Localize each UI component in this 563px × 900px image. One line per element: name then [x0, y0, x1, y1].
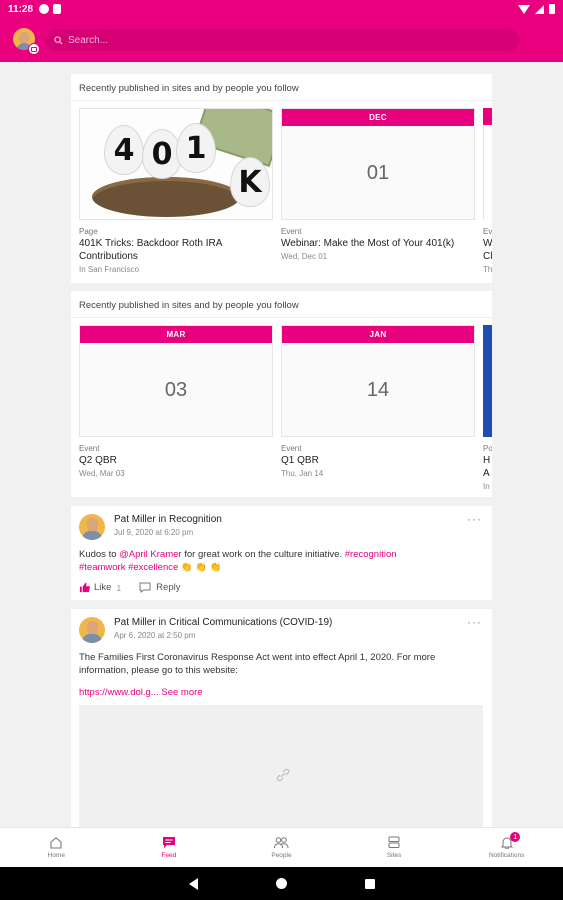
battery-icon	[549, 4, 555, 14]
reply-button[interactable]: Reply	[139, 582, 180, 593]
carousel-tile-peek[interactable]: Po H A In	[483, 325, 492, 491]
tile-date: Wed, Mar 03	[79, 469, 125, 478]
system-navigation-bar	[0, 867, 563, 900]
like-button[interactable]: Like 1	[79, 582, 121, 593]
comment-icon	[139, 582, 151, 593]
back-icon[interactable]	[188, 877, 198, 890]
tile-date: Thu, Jan 14	[281, 469, 324, 478]
calendar-month: DEC	[282, 109, 474, 126]
post-body: The Families First Coronavirus Response …	[79, 652, 436, 676]
link-preview[interactable]	[79, 705, 483, 830]
calendar-day: 03	[164, 379, 188, 401]
sites-icon	[388, 836, 400, 848]
nav-sites[interactable]: Sites	[338, 828, 451, 867]
feed-list[interactable]: Recently published in sites and by peopl…	[71, 62, 492, 839]
hashtag-link[interactable]: #excellence	[128, 562, 178, 573]
briefcase-icon	[28, 43, 40, 55]
carousel-tile-event[interactable]: JAN 14 Event Q1 QBR Thu, Jan 14	[281, 325, 475, 478]
link-icon	[276, 768, 290, 782]
search-placeholder: Search...	[68, 34, 109, 46]
tile-type: Page	[79, 227, 98, 236]
hashtag-link[interactable]: #recognition	[345, 549, 397, 560]
calendar-day: 14	[366, 379, 390, 401]
see-more-link[interactable]: See more	[161, 687, 202, 698]
author-avatar[interactable]	[79, 617, 105, 643]
tile-name: Webinar: Make the Most of Your 401(k)	[281, 238, 455, 249]
egg-4: 4	[104, 125, 144, 175]
signal-icon	[535, 4, 544, 14]
calendar-thumbnail: MAR 03	[79, 325, 273, 437]
author-avatar[interactable]	[79, 514, 105, 540]
mention-link[interactable]: @April Kramer	[119, 549, 181, 560]
calendar-thumbnail: JAN 14	[281, 325, 475, 437]
status-time: 11:28	[8, 3, 34, 15]
tile-type: Event	[281, 227, 302, 236]
wifi-icon	[518, 4, 530, 14]
recents-icon[interactable]	[364, 878, 375, 889]
home-button-icon[interactable]	[275, 878, 287, 889]
bottom-navigation: Home Feed People Sites Notifications 1	[0, 827, 563, 867]
feed-post: Pat Miller in Critical Communications (C…	[71, 609, 492, 839]
post-body: Kudos to @April Kramer for great work on…	[79, 549, 397, 573]
tile-location: In San Francisco	[79, 265, 140, 274]
sync-status-icon	[39, 4, 50, 14]
section-title: Recently published in sites and by peopl…	[71, 291, 492, 318]
recent-carousel-1: Recently published in sites and by peopl…	[71, 74, 492, 283]
feed-icon	[162, 837, 175, 848]
nav-notifications[interactable]: Notifications 1	[450, 828, 563, 867]
carousel-tile-page[interactable]: 4 0 1 K Page 401K Tricks: Backdoor Roth …	[79, 108, 273, 274]
search-icon	[54, 35, 63, 45]
notification-count-badge: 1	[510, 832, 521, 842]
feed-post: Pat Miller in Recognition Jul 9, 2020 at…	[71, 506, 492, 600]
egg-1: 1	[176, 123, 216, 173]
nest-image	[92, 177, 240, 217]
post-author[interactable]: Pat Miller in Recognition	[114, 514, 222, 525]
tile-name: 401K Tricks: Backdoor Roth IRA Contribut…	[79, 238, 222, 262]
tile-type: Event	[281, 444, 302, 453]
post-link[interactable]: https://www.dol.g...	[79, 687, 159, 698]
tile-type: Event	[79, 444, 100, 453]
more-options-icon[interactable]: ···	[467, 615, 482, 629]
hashtag-link[interactable]: #teamwork	[79, 562, 125, 573]
more-options-icon[interactable]: ···	[467, 512, 482, 526]
thumbs-up-icon	[79, 582, 90, 593]
nav-home[interactable]: Home	[0, 828, 113, 867]
profile-avatar[interactable]	[13, 28, 40, 55]
post-author[interactable]: Pat Miller in Critical Communications (C…	[114, 617, 332, 628]
recent-carousel-2: Recently published in sites and by peopl…	[71, 291, 492, 497]
calendar-day: 01	[366, 162, 390, 184]
calendar-month: JAN	[282, 326, 474, 343]
nav-people[interactable]: People	[225, 828, 338, 867]
app-header: 11:28 Search...	[0, 0, 563, 62]
post-time: Jul 9, 2020 at 6:20 pm	[114, 528, 194, 537]
section-title: Recently published in sites and by peopl…	[71, 74, 492, 101]
carousel-tile-peek[interactable]: Ev W Cl Th	[483, 108, 492, 274]
home-icon	[50, 837, 62, 849]
tile-name: Q2 QBR	[79, 455, 117, 466]
like-count: 1	[116, 582, 122, 593]
sim-status-icon	[53, 4, 62, 14]
nav-feed[interactable]: Feed	[113, 828, 226, 867]
status-bar: 11:28	[0, 0, 563, 18]
tile-name: Q1 QBR	[281, 455, 319, 466]
egg-k: K	[230, 157, 270, 207]
search-input[interactable]: Search...	[46, 29, 519, 51]
tile-date: Wed, Dec 01	[281, 252, 328, 261]
calendar-thumbnail: DEC 01	[281, 108, 475, 220]
clap-emoji: 👏 👏 👏	[180, 562, 222, 573]
page-thumbnail: 4 0 1 K	[79, 108, 273, 220]
people-icon	[274, 837, 289, 849]
calendar-month: MAR	[80, 326, 272, 343]
carousel-tile-event[interactable]: DEC 01 Event Webinar: Make the Most of Y…	[281, 108, 475, 274]
post-time: Apr 6, 2020 at 2:50 pm	[114, 631, 196, 640]
carousel-tile-event[interactable]: MAR 03 Event Q2 QBR Wed, Mar 03	[79, 325, 273, 478]
